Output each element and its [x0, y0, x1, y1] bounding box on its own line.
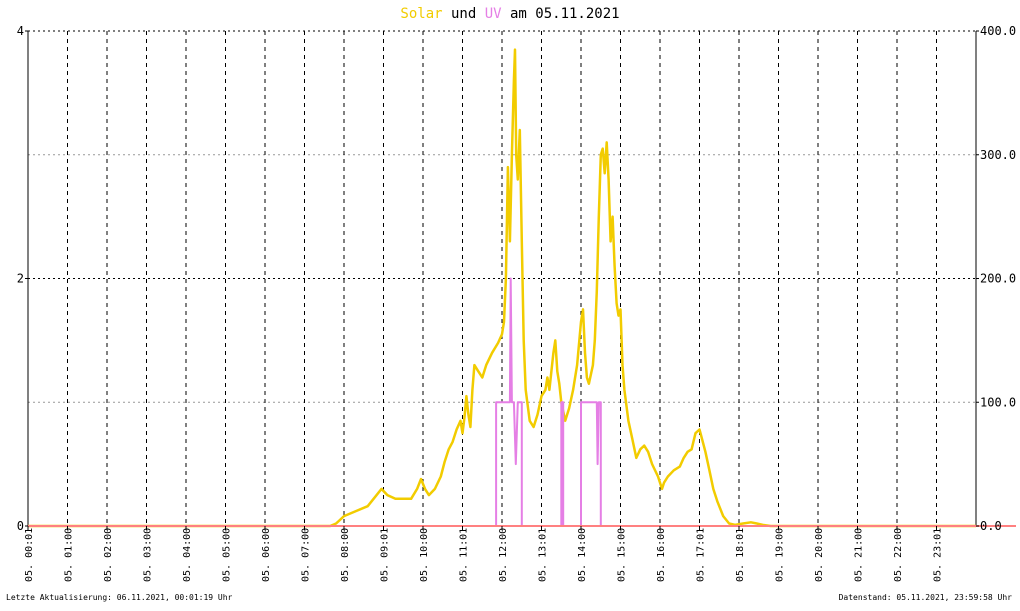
title-date: am 05.11.2021	[502, 6, 620, 22]
chart: 0 2 4 0.0 100.0 200.0 300.0 400.0 05. 00:01 05. 0…	[0, 0, 1020, 606]
footer-data-status: Datenstand: 05.11.2021, 23:59:58 Uhr	[839, 593, 1013, 602]
x-tick-label: 05. 11:01	[459, 528, 470, 582]
chart-title: Solar und UV am 05.11.2021	[400, 6, 619, 22]
x-tick-label: 05. 15:00	[617, 528, 628, 582]
x-tick-label: 05. 18:01	[735, 528, 746, 582]
x-tick-label: 05. 16:00	[656, 528, 667, 582]
y-left-tick-label: 2	[17, 272, 24, 286]
x-tick-label: 05. 13:01	[538, 528, 549, 582]
x-tick-label: 05. 08:00	[340, 528, 351, 582]
title-und: und	[443, 6, 485, 22]
x-tick-label: 05. 00:01	[24, 528, 35, 582]
x-tick-label: 05. 14:00	[577, 528, 588, 582]
y-right-tick-label: 0.0	[980, 519, 1002, 533]
x-tick-label: 05. 23:01	[933, 528, 944, 582]
chart-svg: 0 2 4 0.0 100.0 200.0 300.0 400.0 05. 00:01 05. 0…	[0, 0, 1020, 606]
x-tick-label: 05. 06:00	[261, 528, 272, 582]
title-solar: Solar	[400, 6, 442, 22]
y-right-tick-label: 200.0	[980, 272, 1016, 286]
footer-last-update: Letzte Aktualisierung: 06.11.2021, 00:01…	[6, 593, 233, 602]
x-tick-label: 05. 05:00	[222, 528, 233, 582]
x-tick-label: 05. 21:00	[854, 528, 865, 582]
y-right-tick-label: 100.0	[980, 395, 1016, 409]
x-tick-label: 05. 17:01	[696, 528, 707, 582]
x-tick-label: 05. 22:00	[893, 528, 904, 582]
x-tick-label: 05. 19:00	[775, 528, 786, 582]
y-right-tick-label: 300.0	[980, 148, 1016, 162]
x-tick-label: 05. 20:00	[814, 528, 825, 582]
x-tick-label: 05. 09:01	[380, 528, 391, 582]
y-right-tick-label: 400.0	[980, 24, 1016, 38]
x-tick-label: 05. 07:00	[301, 528, 312, 582]
y-left-tick-label: 4	[17, 24, 24, 38]
y-left-tick-label: 0	[17, 519, 24, 533]
x-tick-label: 05. 12:00	[498, 528, 509, 582]
x-tick-label: 05. 03:00	[143, 528, 154, 582]
x-tick-label: 05. 10:00	[419, 528, 430, 582]
x-tick-label: 05. 02:00	[103, 528, 114, 582]
x-tick-label: 05. 04:00	[182, 528, 193, 582]
x-tick-label: 05. 01:00	[64, 528, 75, 582]
title-uv: UV	[485, 6, 502, 22]
